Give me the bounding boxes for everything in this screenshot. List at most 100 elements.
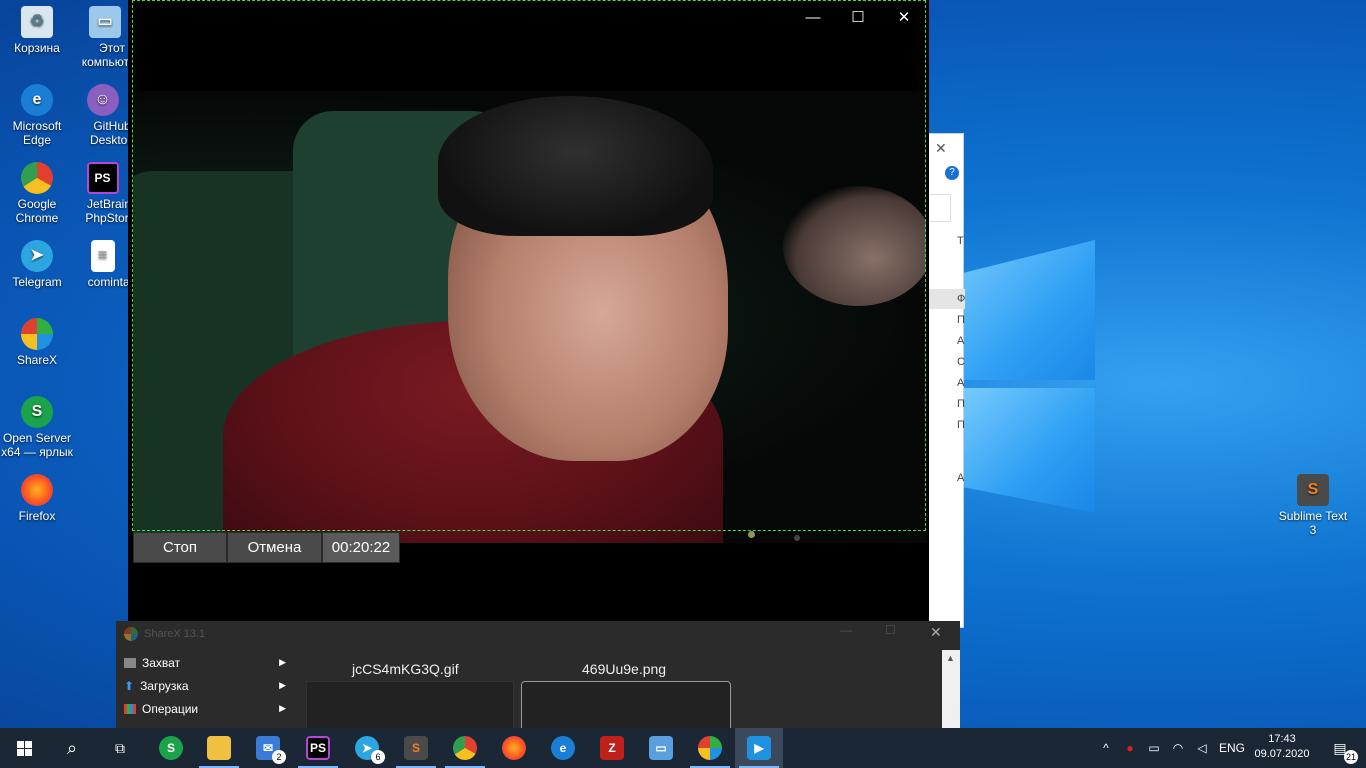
desktop-icon-chrome[interactable]: Google Chrome: [0, 162, 74, 225]
taskbar-app-remote[interactable]: ▭: [637, 728, 685, 768]
telegram-icon: ➤: [21, 240, 53, 272]
desktop-icon-label: Google Chrome: [15, 197, 59, 225]
seek-dot: [794, 535, 800, 541]
clock[interactable]: 17:43 09.07.2020: [1250, 732, 1314, 762]
sharex-window[interactable]: ShareX 13.1 — ☐ ✕ Захват ▶ ⬆ Загрузка ▶ …: [116, 621, 960, 731]
truncated-label: А: [957, 335, 965, 347]
chevron-right-icon: ▶: [279, 703, 286, 713]
taskbar-app-filezilla[interactable]: Z: [588, 728, 636, 768]
phpstorm-icon: PS: [306, 736, 330, 760]
chrome-icon: [21, 162, 53, 194]
taskbar-app-telegram[interactable]: ➤ 6: [343, 728, 391, 768]
volume-icon[interactable]: ◁: [1190, 741, 1214, 755]
start-button[interactable]: [0, 728, 48, 768]
windows-icon: [16, 740, 32, 756]
help-icon[interactable]: ?: [945, 166, 959, 180]
capture-icon: [124, 657, 136, 668]
chrome-icon: [453, 736, 477, 760]
desktop-icon-sublime[interactable]: S Sublime Text 3: [1276, 474, 1350, 537]
notification-badge: 21: [1344, 750, 1358, 764]
desktop-icon-label: Sublime Text 3: [1278, 509, 1348, 537]
taskbar-app-chrome[interactable]: [441, 728, 489, 768]
recycle-bin-icon: ♻: [21, 6, 53, 38]
media-player-icon: ▶: [747, 736, 771, 760]
desktop-icon-label: comintan: [87, 275, 130, 289]
desktop-icon-telegram[interactable]: ➤ Telegram: [0, 240, 74, 289]
background-window[interactable]: ✕ ? Т Ф П А С А П П А: [926, 133, 966, 628]
stop-button[interactable]: Стоп: [133, 532, 227, 563]
desktop-icon-firefox[interactable]: Firefox: [0, 474, 74, 523]
minimize-button[interactable]: —: [840, 623, 852, 637]
search-icon[interactable]: ⌕: [48, 728, 96, 768]
taskbar-app-mail[interactable]: ✉ 2: [244, 728, 292, 768]
desktop-icon-computer[interactable]: ▭ Этот компьютер: [75, 6, 135, 69]
taskbar-app-sharex[interactable]: [686, 728, 734, 768]
cancel-button[interactable]: Отмена: [227, 532, 322, 563]
desktop-icon-label: Telegram: [12, 275, 62, 289]
recording-indicator-icon[interactable]: ●: [1118, 741, 1142, 755]
taskbar-app-media[interactable]: ▶: [735, 728, 783, 768]
menu-item-label: Захват: [142, 655, 181, 670]
truncated-label: П: [957, 314, 965, 326]
taskbar-app-phpstorm[interactable]: PS: [294, 728, 342, 768]
truncated-label: Ф: [957, 293, 966, 305]
wallpaper-windows-logo: [955, 215, 1105, 515]
clock-time: 17:43: [1268, 733, 1296, 745]
chevron-right-icon: ▶: [279, 657, 286, 667]
sharex-icon: [124, 627, 138, 641]
window-title: ShareX 13.1: [144, 628, 206, 640]
desktop-icon-sharex[interactable]: ShareX: [0, 318, 74, 367]
file-thumbnail[interactable]: [306, 681, 514, 731]
scroll-up-icon[interactable]: ▲: [946, 653, 955, 663]
maximize-button[interactable]: ☐: [885, 623, 896, 637]
desktop-icon-label: Open Server x64 — ярлык: [1, 431, 73, 459]
desktop-icon-label: JetBrains PhpStorm: [85, 197, 130, 225]
desktop-icon-recycle-bin[interactable]: ♻ Корзина: [0, 6, 74, 55]
close-button[interactable]: ✕: [930, 624, 942, 641]
github-icon: ☺: [86, 84, 119, 116]
sharex-icon: [21, 318, 53, 350]
recording-region: [132, 0, 926, 531]
sharex-menu: Захват ▶ ⬆ Загрузка ▶ Операции ▶: [116, 651, 302, 720]
task-view-icon[interactable]: ⧉: [96, 728, 144, 768]
input-field[interactable]: [927, 194, 951, 222]
seek-dot: [748, 531, 755, 538]
desktop-icon-label: Этот компьютер: [81, 41, 135, 69]
taskbar-app-edge[interactable]: e: [539, 728, 587, 768]
taskbar-app-openserver[interactable]: S: [147, 728, 195, 768]
battery-icon[interactable]: ▭: [1142, 741, 1166, 755]
firefox-icon: [502, 736, 526, 760]
menu-item-upload[interactable]: ⬆ Загрузка ▶: [116, 674, 302, 697]
taskbar-app-firefox[interactable]: [490, 728, 538, 768]
truncated-label: Т: [957, 235, 964, 247]
taskbar-app-explorer[interactable]: [195, 728, 243, 768]
taskbar-app-sublime[interactable]: S: [392, 728, 440, 768]
notification-badge: 2: [272, 750, 286, 764]
desktop-icon-file[interactable]: ≡ comintan: [75, 240, 130, 289]
computer-icon: ▭: [89, 6, 121, 38]
folder-icon: [207, 736, 231, 760]
desktop-icon-openserver[interactable]: S Open Server x64 — ярлык: [0, 396, 74, 459]
filezilla-icon: Z: [600, 736, 624, 760]
menu-item-label: Загрузка: [140, 678, 189, 693]
desktop-icon-edge[interactable]: e Microsoft Edge: [0, 84, 74, 147]
wifi-icon[interactable]: ◠: [1166, 741, 1190, 755]
scrollbar[interactable]: ▲: [942, 650, 960, 728]
file-thumbnail-selected[interactable]: [521, 681, 731, 731]
menu-item-capture[interactable]: Захват ▶: [116, 651, 302, 674]
edge-icon: e: [551, 736, 575, 760]
action-center-button[interactable]: ▤ 21: [1318, 728, 1362, 768]
clock-date: 09.07.2020: [1254, 748, 1310, 760]
file-name: 469Uu9e.png: [582, 661, 667, 677]
chevron-up-icon[interactable]: ^: [1094, 741, 1118, 755]
menu-item-tools[interactable]: Операции ▶: [116, 697, 302, 720]
truncated-label: А: [957, 472, 965, 484]
truncated-label: А: [957, 377, 965, 389]
phpstorm-icon: PS: [86, 162, 119, 194]
language-indicator[interactable]: ENG: [1214, 741, 1250, 755]
desktop-icon-label: Microsoft Edge: [12, 119, 62, 147]
sublime-icon: S: [1297, 474, 1329, 506]
desktop-icon-phpstorm[interactable]: PS JetBrains PhpStorm: [75, 162, 130, 225]
close-icon[interactable]: ✕: [935, 140, 947, 157]
desktop-icon-github[interactable]: ☺ GitHub Desktop: [75, 84, 130, 147]
